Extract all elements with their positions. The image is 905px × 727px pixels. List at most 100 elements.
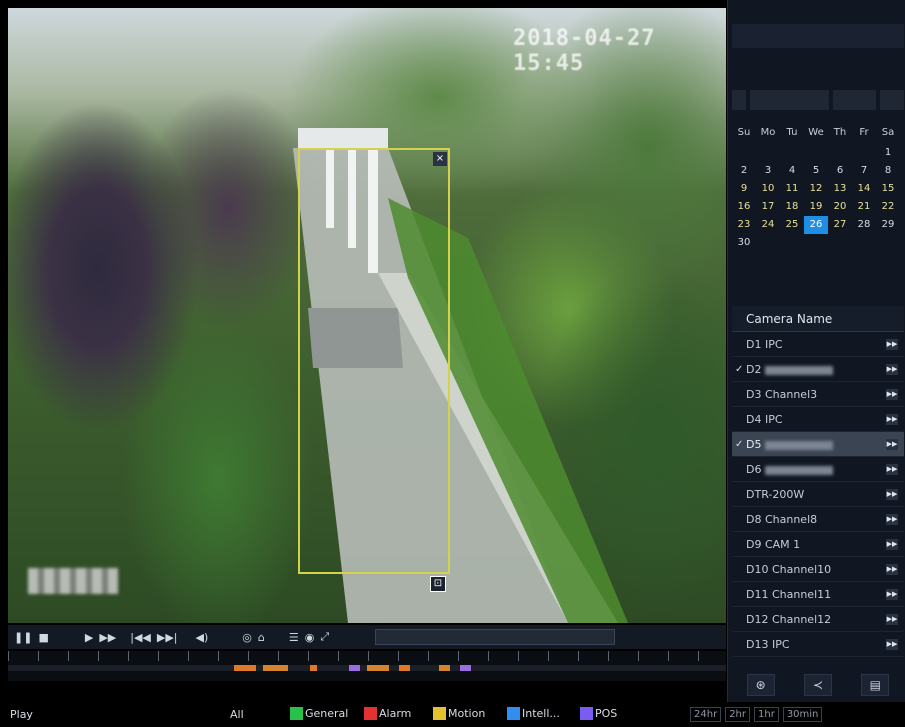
calendar-day[interactable]: 17: [756, 198, 780, 216]
prev-month-button[interactable]: [732, 90, 746, 110]
calendar-day[interactable]: 19: [804, 198, 828, 216]
zoom-24hr[interactable]: 24hr: [690, 707, 722, 722]
resize-handle-icon[interactable]: ⊡: [430, 576, 446, 592]
play-camera-icon[interactable]: ▶▶: [886, 439, 898, 450]
calendar-day[interactable]: 10: [756, 180, 780, 198]
record-segment[interactable]: [349, 665, 360, 671]
year-select[interactable]: [749, 90, 829, 110]
zoom-1hr[interactable]: 1hr: [754, 707, 779, 722]
volume-icon[interactable]: ◀): [195, 631, 208, 644]
calendar-day[interactable]: 12: [804, 180, 828, 198]
stop-icon[interactable]: ■: [38, 631, 48, 644]
camera-row[interactable]: D3 Channel3 ▶▶: [732, 382, 904, 407]
play-camera-icon[interactable]: ▶▶: [886, 564, 898, 575]
timeline[interactable]: [8, 651, 726, 681]
calendar-day[interactable]: 1: [876, 144, 900, 162]
play-camera-icon[interactable]: ▶▶: [886, 489, 898, 500]
tag-icon[interactable]: ◉: [305, 631, 315, 644]
calendar-day[interactable]: 8: [876, 162, 900, 180]
calendar-day[interactable]: 18: [780, 198, 804, 216]
calendar-day[interactable]: 3: [756, 162, 780, 180]
calendar-day[interactable]: 9: [732, 180, 756, 198]
check-icon[interactable]: ✓: [735, 432, 743, 457]
calendar-day[interactable]: 23: [732, 216, 756, 234]
zoom-2hr[interactable]: 2hr: [725, 707, 750, 722]
play-camera-icon[interactable]: ▶▶: [886, 514, 898, 525]
record-segment[interactable]: [460, 665, 472, 671]
calendar-day[interactable]: 2: [732, 162, 756, 180]
play-camera-icon[interactable]: ▶▶: [886, 589, 898, 600]
calendar-day[interactable]: 28: [852, 216, 876, 234]
camera-row[interactable]: D1 IPC ▶▶: [732, 332, 904, 357]
calendar-day[interactable]: 24: [756, 216, 780, 234]
calendar-day[interactable]: 16: [732, 198, 756, 216]
record-segment[interactable]: [234, 665, 256, 671]
calendar-day[interactable]: 13: [828, 180, 852, 198]
pause-icon[interactable]: ❚❚: [14, 631, 32, 644]
camera-row[interactable]: D9 CAM 1 ▶▶: [732, 532, 904, 557]
calendar-day[interactable]: 20: [828, 198, 852, 216]
ivs-rule-region[interactable]: [298, 148, 450, 574]
camera-row[interactable]: ✓ D5 ▶▶: [732, 432, 904, 457]
camera-row[interactable]: D8 Channel8 ▶▶: [732, 507, 904, 532]
camera-row[interactable]: D4 IPC ▶▶: [732, 407, 904, 432]
play-camera-icon[interactable]: ▶▶: [886, 464, 898, 475]
zoom-30min[interactable]: 30min: [782, 707, 823, 722]
calendar-day[interactable]: 5: [804, 162, 828, 180]
calendar-day[interactable]: 30: [732, 234, 756, 252]
record-segment[interactable]: [262, 665, 288, 671]
calendar-day[interactable]: 22: [876, 198, 900, 216]
play-camera-icon[interactable]: ▶▶: [886, 364, 898, 375]
next-month-button[interactable]: [880, 90, 904, 110]
play-camera-icon[interactable]: ▶▶: [886, 414, 898, 425]
camera-icon[interactable]: ⌂: [258, 631, 265, 644]
calendar-day[interactable]: 4: [780, 162, 804, 180]
calendar-day[interactable]: 27: [828, 216, 852, 234]
legend-pos[interactable]: POS: [580, 707, 617, 720]
snapshot-icon[interactable]: ◎: [242, 631, 252, 644]
share-icon[interactable]: ≺: [803, 674, 832, 696]
calendar-day[interactable]: 26: [804, 216, 828, 234]
smart-search-field[interactable]: [375, 629, 616, 645]
calendar-day[interactable]: 21: [852, 198, 876, 216]
camera-row[interactable]: D6 ▶▶: [732, 457, 904, 482]
record-segment[interactable]: [399, 665, 411, 671]
timeline-track[interactable]: [8, 665, 726, 671]
legend-alarm[interactable]: Alarm: [364, 707, 411, 720]
legend-all[interactable]: All: [230, 708, 244, 721]
calendar-day[interactable]: 7: [852, 162, 876, 180]
play-camera-icon[interactable]: ▶▶: [886, 339, 898, 350]
calendar-day[interactable]: 25: [780, 216, 804, 234]
record-segment[interactable]: [309, 665, 317, 671]
month-select[interactable]: [832, 90, 877, 110]
prev-frame-icon[interactable]: |◀◀: [130, 631, 151, 644]
calendar-day[interactable]: 11: [780, 180, 804, 198]
backup-icon[interactable]: ⊛: [746, 674, 775, 696]
play-camera-icon[interactable]: ▶▶: [886, 539, 898, 550]
calendar-day[interactable]: 6: [828, 162, 852, 180]
camera-row[interactable]: D10 Channel10 ▶▶: [732, 557, 904, 582]
calendar-day[interactable]: 14: [852, 180, 876, 198]
legend-general[interactable]: General: [290, 707, 348, 720]
play-backward-icon[interactable]: ▶: [85, 631, 93, 644]
record-segment[interactable]: [438, 665, 450, 671]
calendar-day[interactable]: 15: [876, 180, 900, 198]
play-camera-icon[interactable]: ▶▶: [886, 389, 898, 400]
close-icon[interactable]: ×: [433, 152, 447, 166]
calendar-day[interactable]: 29: [876, 216, 900, 234]
camera-row[interactable]: D12 Channel12 ▶▶: [732, 607, 904, 632]
fast-play-icon[interactable]: ▶▶: [99, 631, 116, 644]
video-playback-area[interactable]: 2018-04-27 15:45 × ⊡: [8, 8, 726, 623]
play-camera-icon[interactable]: ▶▶: [886, 639, 898, 650]
legend-motion[interactable]: Motion: [433, 707, 485, 720]
camera-row[interactable]: D13 IPC ▶▶: [732, 632, 904, 657]
legend-intelligent[interactable]: Intell...: [507, 707, 560, 720]
camera-row[interactable]: ✓ D2 ▶▶: [732, 357, 904, 382]
camera-row[interactable]: D11 Channel11 ▶▶: [732, 582, 904, 607]
play-camera-icon[interactable]: ▶▶: [886, 614, 898, 625]
fullscreen-icon[interactable]: ⤢: [320, 630, 329, 644]
check-icon[interactable]: ✓: [735, 357, 743, 382]
camera-row[interactable]: DTR-200W ▶▶: [732, 482, 904, 507]
list-icon[interactable]: ☰: [289, 631, 299, 644]
next-frame-icon[interactable]: ▶▶|: [157, 631, 178, 644]
